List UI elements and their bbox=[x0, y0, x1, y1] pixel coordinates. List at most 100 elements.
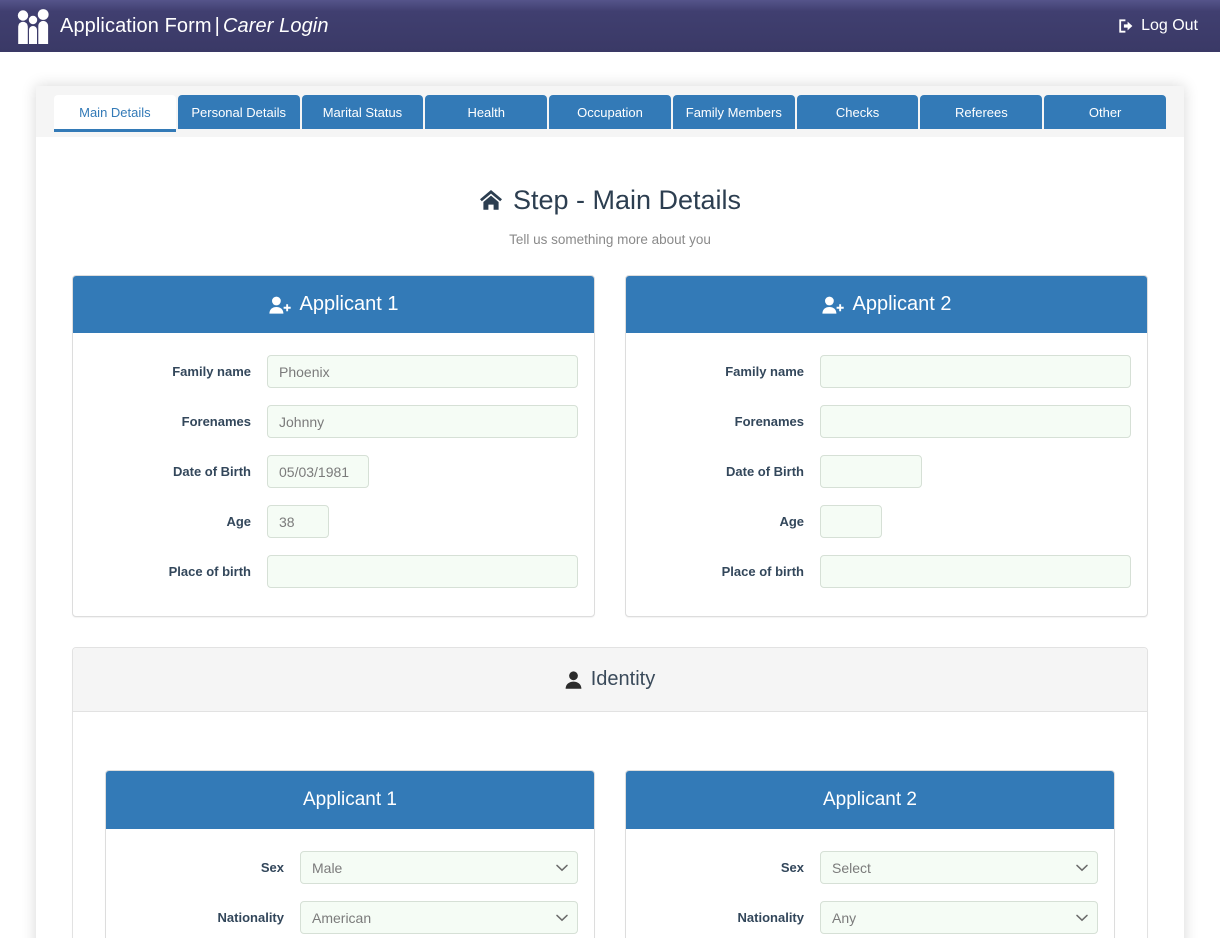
label-forenames: Forenames bbox=[181, 414, 251, 430]
input-forenames-applicant-1[interactable] bbox=[267, 405, 578, 439]
field-row-age: Age bbox=[85, 505, 578, 539]
app-title: Application Form bbox=[60, 14, 212, 37]
identity-panel-header-applicant-2: Applicant 2 bbox=[626, 771, 1114, 830]
input-date-of-birth-applicant-2[interactable] bbox=[820, 455, 922, 489]
select-wrap-nationality-applicant-2: Any bbox=[820, 901, 1098, 935]
brand[interactable]: Application Form | Carer Login bbox=[16, 8, 329, 44]
select-wrap-nationality-applicant-1: American bbox=[300, 901, 578, 935]
logout-label: Log Out bbox=[1141, 17, 1198, 34]
input-family-name-applicant-2[interactable] bbox=[820, 355, 1131, 389]
field-row-sex: Sex Male bbox=[118, 851, 578, 885]
tab-label: Main Details bbox=[79, 104, 151, 120]
panel-title: Applicant 1 bbox=[299, 293, 399, 316]
tab-personal-details[interactable]: Personal Details bbox=[177, 95, 300, 129]
page-wrap: Main Details Personal Details Marital St… bbox=[0, 52, 1220, 938]
tab-label: Marital Status bbox=[322, 104, 403, 120]
field-row-nationality: Nationality Any bbox=[638, 901, 1098, 935]
panel-body-applicant-2: Family name Forenames Date of Birth Age bbox=[626, 333, 1147, 616]
tab-label: Other bbox=[1088, 104, 1122, 120]
select-wrap-sex-applicant-1: Male bbox=[300, 851, 578, 885]
tab-checks[interactable]: Checks bbox=[796, 95, 919, 129]
tab-main-details[interactable]: Main Details bbox=[54, 95, 176, 132]
navbar-right: Log Out bbox=[1118, 17, 1198, 35]
input-forenames-applicant-2[interactable] bbox=[820, 405, 1131, 439]
input-age-applicant-1[interactable] bbox=[267, 505, 329, 539]
user-plus-icon bbox=[268, 296, 291, 314]
field-row-forenames: Forenames bbox=[85, 405, 578, 439]
field-row-dob: Date of Birth bbox=[638, 455, 1131, 489]
label-nationality: Nationality bbox=[737, 910, 804, 926]
home-icon bbox=[479, 189, 503, 211]
label-family-name: Family name bbox=[172, 364, 251, 380]
label-age: Age bbox=[226, 514, 251, 530]
main-details-row: Applicant 1 Family name Forenames Date o… bbox=[72, 275, 1148, 618]
label-nationality: Nationality bbox=[217, 910, 284, 926]
panel-title: Applicant 2 bbox=[852, 293, 952, 316]
field-row-sex: Sex Select bbox=[638, 851, 1098, 885]
tab-label: Occupation bbox=[577, 104, 643, 120]
tab-label: Family Members bbox=[685, 104, 782, 120]
page-title-text: Step - Main Details bbox=[512, 185, 742, 215]
tab-marital-status[interactable]: Marital Status bbox=[301, 95, 424, 129]
identity-row: Applicant 1 Sex Male Nationality America… bbox=[105, 770, 1115, 938]
input-place-of-birth-applicant-2[interactable] bbox=[820, 555, 1131, 589]
field-row-place-of-birth: Place of birth bbox=[85, 555, 578, 589]
identity-panel-header-applicant-1: Applicant 1 bbox=[106, 771, 594, 830]
select-sex-applicant-1[interactable]: Male bbox=[300, 851, 578, 885]
label-family-name: Family name bbox=[725, 364, 804, 380]
user-icon bbox=[565, 671, 582, 689]
section-identity: Identity Applicant 1 Sex Male Nationalit… bbox=[72, 647, 1148, 938]
three-people-icon bbox=[16, 8, 50, 44]
panel-title: Applicant 2 bbox=[822, 789, 917, 811]
input-place-of-birth-applicant-1[interactable] bbox=[267, 555, 578, 589]
select-nationality-applicant-1[interactable]: American bbox=[300, 901, 578, 935]
identity-panel-applicant-1: Applicant 1 Sex Male Nationality America… bbox=[105, 770, 595, 938]
panel-header-applicant-1: Applicant 1 bbox=[73, 276, 594, 334]
select-nationality-applicant-2[interactable]: Any bbox=[820, 901, 1098, 935]
field-row-dob: Date of Birth bbox=[85, 455, 578, 489]
brand-separator: | bbox=[214, 14, 220, 37]
select-wrap-sex-applicant-2: Select bbox=[820, 851, 1098, 885]
label-sex: Sex bbox=[260, 860, 284, 876]
label-sex: Sex bbox=[780, 860, 804, 876]
panel-header-applicant-2: Applicant 2 bbox=[626, 276, 1147, 334]
identity-panel-applicant-2: Applicant 2 Sex Select Nationality Any bbox=[625, 770, 1115, 938]
identity-panel-body-applicant-1: Sex Male Nationality American bbox=[106, 829, 594, 938]
input-family-name-applicant-1[interactable] bbox=[267, 355, 578, 389]
tab-occupation[interactable]: Occupation bbox=[549, 95, 671, 129]
section-title: Identity bbox=[590, 668, 656, 691]
panel-applicant-1: Applicant 1 Family name Forenames Date o… bbox=[72, 275, 595, 618]
input-age-applicant-2[interactable] bbox=[820, 505, 882, 539]
select-sex-applicant-2[interactable]: Select bbox=[820, 851, 1098, 885]
field-row-family-name: Family name bbox=[638, 355, 1131, 389]
tab-strip: Main Details Personal Details Marital St… bbox=[36, 86, 1184, 138]
tab-referees[interactable]: Referees bbox=[920, 95, 1043, 129]
panel-title: Applicant 1 bbox=[302, 789, 397, 811]
tab-other[interactable]: Other bbox=[1044, 95, 1167, 129]
section-header-identity: Identity bbox=[73, 648, 1147, 713]
label-age: Age bbox=[779, 514, 804, 530]
label-forenames: Forenames bbox=[734, 414, 804, 430]
panel-applicant-2: Applicant 2 Family name Forenames Date o… bbox=[625, 275, 1148, 618]
tab-health[interactable]: Health bbox=[425, 95, 548, 129]
panel-body-applicant-1: Family name Forenames Date of Birth Age bbox=[73, 333, 594, 616]
user-plus-icon bbox=[821, 296, 844, 314]
page-title: Step - Main Details bbox=[72, 184, 1148, 216]
tab-label: Referees bbox=[954, 104, 1008, 120]
field-row-forenames: Forenames bbox=[638, 405, 1131, 439]
field-row-nationality: Nationality American bbox=[118, 901, 578, 935]
field-row-age: Age bbox=[638, 505, 1131, 539]
label-date-of-birth: Date of Birth bbox=[173, 464, 251, 480]
tab-family-members[interactable]: Family Members bbox=[672, 95, 795, 129]
tab-label: Checks bbox=[835, 104, 880, 120]
brand-subtitle: Carer Login bbox=[222, 14, 329, 37]
brand-title: Application Form | Carer Login bbox=[60, 15, 329, 38]
input-date-of-birth-applicant-1[interactable] bbox=[267, 455, 369, 489]
sign-out-icon bbox=[1118, 18, 1134, 34]
identity-panel-body-applicant-2: Sex Select Nationality Any bbox=[626, 829, 1114, 938]
container-card: Main Details Personal Details Marital St… bbox=[36, 86, 1184, 938]
tab-label: Personal Details bbox=[191, 104, 286, 120]
logout-button[interactable]: Log Out bbox=[1118, 17, 1198, 35]
card-body: Step - Main Details Tell us something mo… bbox=[36, 138, 1184, 938]
label-date-of-birth: Date of Birth bbox=[726, 464, 804, 480]
